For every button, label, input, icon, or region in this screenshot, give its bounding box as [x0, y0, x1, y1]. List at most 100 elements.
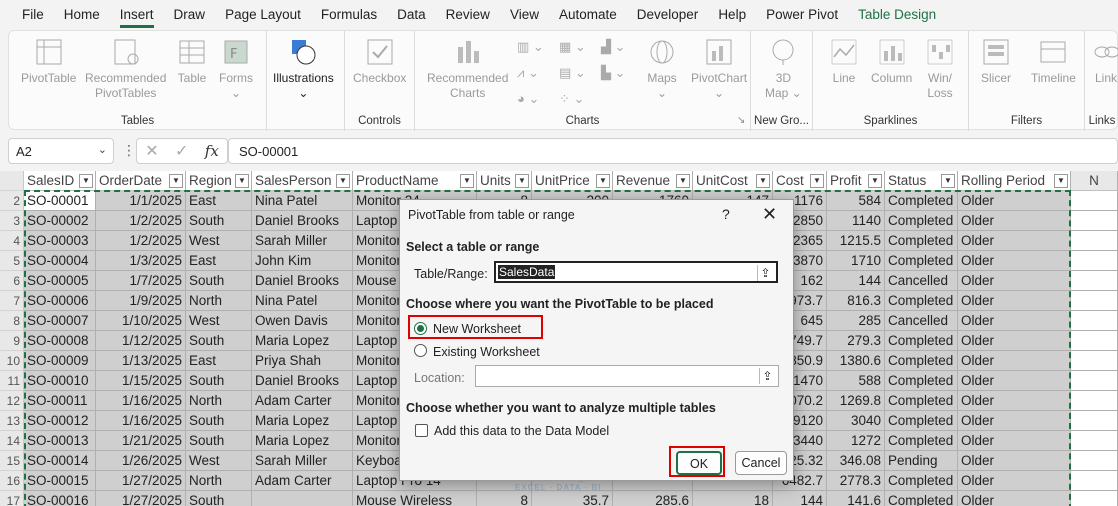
- column-chart-icon[interactable]: ▥ ⌄: [517, 39, 544, 55]
- table-cell[interactable]: Completed: [885, 411, 958, 431]
- table-cell[interactable]: Priya Shah: [252, 351, 353, 371]
- tab-draw[interactable]: Draw: [164, 0, 216, 30]
- filter-dropdown-icon[interactable]: ▼: [596, 174, 610, 188]
- table-cell[interactable]: 584: [827, 191, 885, 211]
- tab-file[interactable]: File: [12, 0, 54, 30]
- table-cell[interactable]: 1215.5: [827, 231, 885, 251]
- waterfall-chart-icon[interactable]: ▟ ⌄: [601, 39, 626, 55]
- filter-dropdown-icon[interactable]: ▼: [1054, 174, 1068, 188]
- table-cell[interactable]: 285: [827, 311, 885, 331]
- table-cell[interactable]: SO-00014: [24, 451, 96, 471]
- tab-developer[interactable]: Developer: [627, 0, 709, 30]
- table-cell[interactable]: 1/1/2025: [96, 191, 186, 211]
- table-cell[interactable]: Completed: [885, 471, 958, 491]
- table-cell[interactable]: 1/10/2025: [96, 311, 186, 331]
- table-cell[interactable]: Completed: [885, 331, 958, 351]
- table-cell[interactable]: Completed: [885, 231, 958, 251]
- empty-cell[interactable]: [1071, 191, 1118, 211]
- filter-dropdown-icon[interactable]: ▼: [336, 174, 350, 188]
- filter-dropdown-icon[interactable]: ▼: [460, 174, 474, 188]
- table-cell[interactable]: Maria Lopez: [252, 331, 353, 351]
- table-cell[interactable]: 1/2/2025: [96, 231, 186, 251]
- row-header[interactable]: 11: [0, 371, 24, 391]
- cancel-icon[interactable]: ✕: [145, 141, 158, 161]
- tab-help[interactable]: Help: [708, 0, 756, 30]
- table-cell[interactable]: SO-00004: [24, 251, 96, 271]
- row-header[interactable]: 9: [0, 331, 24, 351]
- tab-automate[interactable]: Automate: [549, 0, 627, 30]
- table-cell[interactable]: Older: [958, 291, 1071, 311]
- table-cell[interactable]: SO-00012: [24, 411, 96, 431]
- table-cell[interactable]: Nina Patel: [252, 191, 353, 211]
- table-cell[interactable]: Older: [958, 231, 1071, 251]
- filter-dropdown-icon[interactable]: ▼: [169, 174, 183, 188]
- table-cell[interactable]: 1/27/2025: [96, 491, 186, 506]
- table-cell[interactable]: South: [186, 411, 252, 431]
- table-cell[interactable]: SO-00016: [24, 491, 96, 506]
- filter-dropdown-icon[interactable]: ▼: [676, 174, 690, 188]
- table-cell[interactable]: SO-00005: [24, 271, 96, 291]
- existing-worksheet-label[interactable]: Existing Worksheet: [433, 345, 540, 359]
- table-cell[interactable]: Older: [958, 191, 1071, 211]
- table-cell[interactable]: John Kim: [252, 251, 353, 271]
- tab-table-design[interactable]: Table Design: [848, 0, 946, 30]
- recommended-charts-button[interactable]: Recommended Charts: [427, 37, 508, 101]
- tab-data[interactable]: Data: [387, 0, 436, 30]
- table-cell[interactable]: Older: [958, 311, 1071, 331]
- table-cell[interactable]: 1380.6: [827, 351, 885, 371]
- table-cell[interactable]: SO-00015: [24, 471, 96, 491]
- table-cell[interactable]: Completed: [885, 291, 958, 311]
- table-cell[interactable]: 1/12/2025: [96, 331, 186, 351]
- table-cell[interactable]: Completed: [885, 191, 958, 211]
- table-cell[interactable]: South: [186, 271, 252, 291]
- empty-cell[interactable]: [1071, 311, 1118, 331]
- table-cell[interactable]: Maria Lopez: [252, 411, 353, 431]
- column-header[interactable]: N: [1071, 171, 1118, 191]
- enter-icon[interactable]: ✓: [175, 141, 188, 161]
- table-cell[interactable]: 1/3/2025: [96, 251, 186, 271]
- table-cell[interactable]: 1/7/2025: [96, 271, 186, 291]
- insert-function-icon[interactable]: fx: [205, 142, 219, 160]
- tab-view[interactable]: View: [500, 0, 549, 30]
- 3d-map-button[interactable]: 3D Map ⌄: [765, 37, 802, 101]
- new-worksheet-radio[interactable]: [414, 322, 427, 335]
- empty-cell[interactable]: [1071, 391, 1118, 411]
- table-cell[interactable]: 588: [827, 371, 885, 391]
- empty-cell[interactable]: [1071, 431, 1118, 451]
- empty-cell[interactable]: [1071, 471, 1118, 491]
- tab-power-pivot[interactable]: Power Pivot: [756, 0, 848, 30]
- table-cell[interactable]: West: [186, 451, 252, 471]
- timeline-button[interactable]: Timeline: [1031, 37, 1076, 86]
- hierarchy-chart-icon[interactable]: ▦ ⌄: [559, 39, 586, 55]
- table-cell[interactable]: East: [186, 191, 252, 211]
- table-cell[interactable]: Older: [958, 391, 1071, 411]
- table-cell[interactable]: Daniel Brooks: [252, 371, 353, 391]
- table-cell[interactable]: Completed: [885, 431, 958, 451]
- row-header[interactable]: 6: [0, 271, 24, 291]
- pie-chart-icon[interactable]: ◕ ⌄: [517, 91, 539, 107]
- table-cell[interactable]: 144: [827, 271, 885, 291]
- maps-button[interactable]: Maps ⌄: [647, 37, 677, 101]
- table-cell[interactable]: SO-00011: [24, 391, 96, 411]
- table-cell[interactable]: 1/13/2025: [96, 351, 186, 371]
- range-input[interactable]: SalesData ⇪: [494, 261, 778, 283]
- table-cell[interactable]: South: [186, 331, 252, 351]
- chevron-down-icon[interactable]: ⌄: [98, 143, 107, 156]
- table-cell[interactable]: SO-00010: [24, 371, 96, 391]
- empty-cell[interactable]: [1071, 291, 1118, 311]
- table-cell[interactable]: Completed: [885, 391, 958, 411]
- empty-cell[interactable]: [1071, 211, 1118, 231]
- table-cell[interactable]: 35.7: [532, 491, 613, 506]
- illustrations-button[interactable]: Illustrations ⌄: [273, 37, 334, 101]
- table-cell[interactable]: SO-00009: [24, 351, 96, 371]
- row-header[interactable]: 14: [0, 431, 24, 451]
- empty-cell[interactable]: [1071, 451, 1118, 471]
- filter-dropdown-icon[interactable]: ▼: [810, 174, 824, 188]
- table-cell[interactable]: Daniel Brooks: [252, 271, 353, 291]
- statistic-chart-icon[interactable]: ▤ ⌄: [559, 65, 586, 81]
- empty-cell[interactable]: [1071, 231, 1118, 251]
- formula-input[interactable]: SO-00001: [228, 138, 1118, 164]
- table-cell[interactable]: 1/15/2025: [96, 371, 186, 391]
- dialog-launcher-icon[interactable]: ↘: [737, 115, 745, 126]
- table-cell[interactable]: 1/16/2025: [96, 391, 186, 411]
